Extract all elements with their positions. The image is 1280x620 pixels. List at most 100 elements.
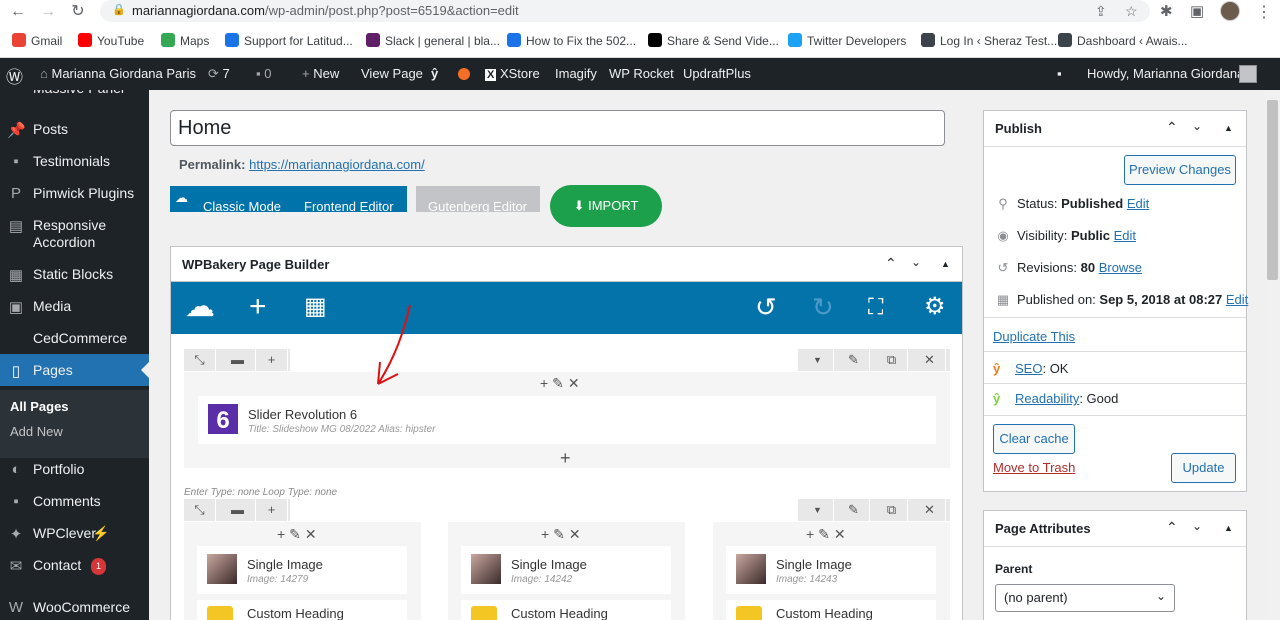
add-element-plus-icon[interactable]: + [560, 448, 575, 469]
redo-icon[interactable]: ↻ [812, 292, 834, 322]
collapse-toggle-icon[interactable]: ▲ [941, 259, 950, 269]
row-clone-icon[interactable]: ⧉ [876, 499, 908, 521]
star-icon[interactable]: ☆ [1125, 3, 1138, 20]
extensions-icon[interactable]: ✱ [1160, 2, 1173, 20]
bookmark-item[interactable]: YouTube [78, 33, 144, 48]
sidebar-item-woocommerce[interactable]: W WooCommerce [0, 599, 149, 620]
readability-link[interactable]: Readability [1015, 391, 1079, 406]
custom-heading-element[interactable]: Custom Heading [461, 600, 671, 620]
custom-heading-element[interactable]: Custom Heading [197, 600, 407, 620]
row-delete-icon[interactable]: ✕ [914, 499, 946, 521]
bookmark-item[interactable]: Gmail [12, 33, 62, 48]
updraftplus-link[interactable]: UpdraftPlus [683, 66, 751, 81]
comments-link[interactable]: ▪ 0 [256, 66, 271, 81]
sidebar-item-cedcommerce[interactable]: CedCommerce [0, 330, 149, 354]
permalink-link[interactable]: https://mariannagiordana.com/ [249, 157, 425, 172]
address-bar[interactable]: 🔒 mariannagiordana.com/wp-admin/post.php… [100, 0, 1150, 22]
move-to-trash-link[interactable]: Move to Trash [993, 460, 1075, 475]
edit-date-link[interactable]: Edit [1226, 292, 1248, 307]
bookmark-item[interactable]: Dashboard ‹ Awais... [1058, 33, 1188, 48]
custom-heading-element[interactable]: Custom Heading [726, 600, 936, 620]
row-delete-icon[interactable]: ✕ [914, 349, 946, 371]
move-down-icon[interactable]: ⌄ [1192, 519, 1202, 533]
bookmark-item[interactable]: Share & Send Vide... [648, 33, 779, 48]
column-ops[interactable]: +✎✕ [277, 526, 321, 543]
xstore-link[interactable]: X XStore [485, 66, 540, 81]
gutenberg-editor-button[interactable]: Gutenberg Editor [416, 186, 540, 212]
undo-icon[interactable]: ↺ [755, 292, 777, 322]
reload-icon[interactable]: ↻ [68, 2, 88, 22]
sidebar-item-media[interactable]: ▣ Media [0, 298, 149, 322]
duplicate-this-link[interactable]: Duplicate This [993, 329, 1075, 344]
imagify-link[interactable]: Imagify [555, 66, 597, 81]
bookmark-item[interactable]: How to Fix the 502... [507, 33, 636, 48]
submenu-all-pages[interactable]: All Pages [10, 399, 69, 414]
bookmark-item[interactable]: Twitter Developers [788, 33, 906, 48]
bookmark-item[interactable]: Support for Latitud... [225, 33, 353, 48]
move-up-icon[interactable]: ⌃ [885, 255, 897, 272]
slider-revolution-element[interactable]: 6 Slider Revolution 6 Title: Slideshow M… [198, 396, 936, 444]
collapse-toggle-icon[interactable]: ▲ [1224, 123, 1233, 133]
classic-mode-button[interactable]: Classic Mode [203, 199, 281, 212]
share-icon[interactable]: ⇪ [1095, 3, 1107, 20]
sidebar-item-testimonials[interactable]: ▪ Testimonials [0, 153, 149, 177]
single-image-element[interactable]: Single Image Image: 14243 [726, 546, 936, 594]
view-page-link[interactable]: View Page [361, 66, 423, 81]
post-title-input[interactable] [170, 110, 945, 146]
add-element-icon[interactable]: + [249, 292, 267, 322]
wpbakery-logo-icon[interactable]: ☁ [185, 292, 215, 322]
row-drag-icon[interactable]: ⤡ [184, 499, 216, 521]
single-image-element[interactable]: Single Image Image: 14242 [461, 546, 671, 594]
row-layout-icon[interactable]: ▬ [220, 499, 256, 521]
clear-cache-button[interactable]: Clear cache [993, 424, 1075, 454]
column-ops[interactable]: +✎✕ [540, 375, 584, 392]
browse-revisions-link[interactable]: Browse [1099, 260, 1142, 275]
row-toggle-icon[interactable]: ▼ [802, 349, 834, 371]
row-toggle-icon[interactable]: ▼ [802, 499, 834, 521]
updates-link[interactable]: ⟳ 7 [208, 66, 230, 82]
sidebar-item-pimwick-plugins[interactable]: P Pimwick Plugins [0, 185, 149, 209]
user-avatar[interactable] [1239, 65, 1257, 83]
row-clone-icon[interactable]: ⧉ [876, 349, 908, 371]
edit-visibility-link[interactable]: Edit [1114, 228, 1136, 243]
row-drag-icon[interactable]: ⤡ [184, 349, 216, 371]
seo-link[interactable]: SEO [1015, 361, 1042, 376]
submenu-add-new[interactable]: Add New [10, 424, 63, 439]
move-up-icon[interactable]: ⌃ [1166, 519, 1178, 536]
sidebar-item-static-blocks[interactable]: ▦ Static Blocks [0, 266, 149, 290]
bookmark-item[interactable]: Slack | general | bla... [366, 33, 500, 48]
bookmark-item[interactable]: Log In ‹ Sheraz Test... [921, 33, 1057, 48]
howdy-link[interactable]: Howdy, Marianna Giordana [1087, 66, 1244, 81]
profile-avatar[interactable] [1220, 1, 1240, 21]
add-column-icon[interactable]: + [256, 349, 288, 371]
row-layout-icon[interactable]: ▬ [220, 349, 256, 371]
wp-rocket-link[interactable]: WP Rocket [609, 66, 674, 81]
scrollbar-thumb[interactable] [1267, 100, 1278, 280]
sidebar-item-portfolio[interactable]: ◐ Portfolio [0, 461, 149, 485]
side-panel-icon[interactable]: ▣ [1190, 2, 1204, 20]
sidebar-item-wpclever[interactable]: ✦ WPClever ⚡ [0, 525, 149, 549]
back-arrow-icon[interactable]: ← [8, 2, 28, 22]
single-image-element[interactable]: Single Image Image: 14279 [197, 546, 407, 594]
notification-icon[interactable]: ▪ [1057, 66, 1062, 81]
forward-arrow-icon[interactable]: → [38, 2, 58, 22]
wordpress-logo-icon[interactable]: Ⓦ [6, 63, 23, 88]
yoast-icon[interactable]: ŷ [431, 66, 438, 81]
row-edit-icon[interactable]: ✎ [838, 499, 870, 521]
import-button[interactable]: ⬇ IMPORT [550, 185, 662, 227]
templates-icon[interactable]: ▦ [304, 292, 327, 322]
move-down-icon[interactable]: ⌄ [911, 255, 921, 269]
column-ops[interactable]: +✎✕ [541, 526, 585, 543]
bookmark-item[interactable]: Maps [161, 33, 209, 48]
move-down-icon[interactable]: ⌄ [1192, 119, 1202, 133]
frontend-editor-button[interactable]: Frontend Editor [304, 199, 394, 212]
site-name-link[interactable]: ⌂ Marianna Giordana Paris [40, 66, 196, 81]
sidebar-item-posts[interactable]: 📌 Posts [0, 121, 149, 145]
kebab-menu-icon[interactable]: ⋮ [1256, 2, 1272, 22]
settings-gear-icon[interactable]: ⚙ [924, 292, 946, 322]
parent-select[interactable]: (no parent) ⌄ [995, 584, 1175, 612]
update-button[interactable]: Update [1171, 453, 1236, 483]
sidebar-item-contact[interactable]: ✉ Contact 1 [0, 557, 149, 581]
column-ops[interactable]: +✎✕ [806, 526, 850, 543]
collapse-toggle-icon[interactable]: ▲ [1224, 523, 1233, 533]
